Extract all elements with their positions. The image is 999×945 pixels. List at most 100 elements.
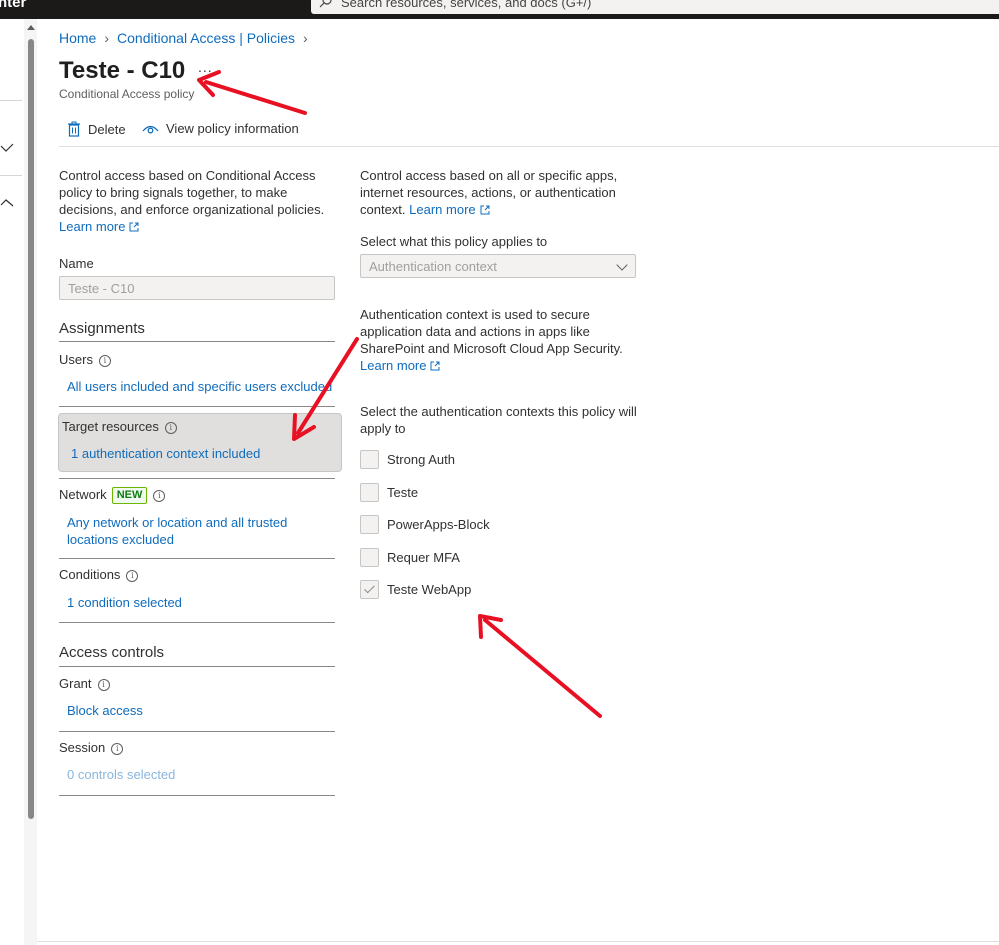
breadcrumb-policies-link[interactable]: Conditional Access | Policies <box>117 30 295 46</box>
delete-label: Delete <box>88 121 126 137</box>
auth-context-description-body: Authentication context is used to secure… <box>360 307 623 356</box>
context-checkbox[interactable] <box>360 548 379 567</box>
annotation-arrows <box>197 70 602 718</box>
left-learn-more-link[interactable]: Learn more <box>59 219 139 234</box>
breadcrumb: Home › Conditional Access | Policies › <box>59 30 308 46</box>
grant-label-row: Grant i <box>59 676 110 691</box>
global-search-input[interactable]: Search resources, services, and docs (G+… <box>311 0 999 14</box>
vertical-scrollbar[interactable] <box>24 19 37 945</box>
auth-context-description: Authentication context is used to secure… <box>360 306 635 374</box>
annotation-arrow <box>478 614 602 718</box>
auth-learn-more-label: Learn more <box>360 358 427 373</box>
context-label: Teste WebApp <box>387 582 472 597</box>
right-learn-more-label: Learn more <box>409 202 476 217</box>
users-assignment-link[interactable]: All users included and specific users ex… <box>67 379 332 394</box>
external-link-icon <box>129 222 139 232</box>
search-icon <box>319 0 332 8</box>
info-icon[interactable]: i <box>97 679 110 691</box>
section-divider <box>59 341 335 342</box>
applies-to-dropdown[interactable]: Authentication context <box>360 254 636 278</box>
eye-icon <box>142 125 159 133</box>
top-bar: nter Search resources, services, and doc… <box>0 0 999 19</box>
users-label: Users <box>59 352 93 367</box>
auth-learn-more-link[interactable]: Learn more <box>360 358 440 373</box>
left-learn-more-label: Learn more <box>59 219 126 234</box>
section-divider <box>59 731 335 732</box>
toolbar-divider <box>59 146 999 147</box>
left-nav <box>0 19 24 945</box>
grant-link[interactable]: Block access <box>67 703 143 718</box>
context-option-powerapps-block[interactable]: PowerApps-Block <box>360 515 490 534</box>
left-intro-text: Control access based on Conditional Acce… <box>59 167 329 235</box>
access-controls-heading: Access controls <box>59 644 165 661</box>
section-divider <box>59 666 335 667</box>
context-option-teste[interactable]: Teste <box>360 483 418 502</box>
info-icon[interactable]: i <box>111 743 124 755</box>
nav-separator <box>0 175 22 176</box>
network-label-row: Network NEW i <box>59 487 166 504</box>
context-checkbox[interactable] <box>360 450 379 469</box>
context-checkbox-checked[interactable] <box>360 580 379 599</box>
chevron-right-icon: › <box>302 30 308 46</box>
applies-to-label: Select what this policy applies to <box>360 234 548 249</box>
chevron-down-icon[interactable] <box>0 143 14 153</box>
context-label: Teste <box>387 485 419 500</box>
session-label: Session <box>59 740 106 755</box>
right-learn-more-link[interactable]: Learn more <box>409 202 490 217</box>
context-checkbox[interactable] <box>360 515 379 534</box>
page-subtitle: Conditional Access policy <box>59 87 195 101</box>
new-badge: NEW <box>111 487 148 504</box>
breadcrumb-home-link[interactable]: Home <box>59 30 96 46</box>
conditions-label-row: Conditions i <box>59 567 139 582</box>
context-option-teste-webapp[interactable]: Teste WebApp <box>360 580 471 599</box>
right-intro-text: Control access based on all or specific … <box>360 167 625 218</box>
section-divider <box>59 406 335 407</box>
target-resources-link[interactable]: 1 authentication context included <box>71 446 260 461</box>
bottom-divider <box>37 941 999 942</box>
delete-button[interactable]: Delete <box>67 121 126 137</box>
section-divider <box>59 558 335 559</box>
target-resources-label: Target resources <box>62 419 159 434</box>
scrollbar-thumb[interactable] <box>28 39 34 819</box>
chevron-right-icon: › <box>104 30 110 46</box>
users-label-row: Users i <box>59 352 111 367</box>
nav-separator <box>0 100 22 101</box>
applies-to-value: Authentication context <box>369 259 497 274</box>
context-option-requer-mfa[interactable]: Requer MFA <box>360 548 460 567</box>
trash-icon <box>68 121 80 137</box>
context-checkbox[interactable] <box>360 483 379 502</box>
context-option-strong-auth[interactable]: Strong Auth <box>360 450 455 469</box>
portal-brand: nter <box>0 0 27 11</box>
scroll-up-arrow-icon[interactable] <box>27 25 35 30</box>
info-icon[interactable]: i <box>98 355 111 367</box>
assignments-heading: Assignments <box>59 320 145 337</box>
section-divider <box>59 795 335 796</box>
page-title: Teste - C10 <box>59 57 186 84</box>
external-link-icon <box>430 361 440 371</box>
search-placeholder: Search resources, services, and docs (G+… <box>341 0 592 10</box>
chevron-down-icon <box>616 259 628 271</box>
network-label: Network <box>59 487 107 502</box>
context-label: Requer MFA <box>387 550 460 565</box>
info-icon[interactable]: i <box>126 570 139 582</box>
session-label-row: Session i <box>59 740 124 755</box>
section-divider <box>59 478 335 479</box>
conditions-link[interactable]: 1 condition selected <box>67 595 182 610</box>
session-link[interactable]: 0 controls selected <box>67 767 175 782</box>
view-policy-information-button[interactable]: View policy information <box>142 121 299 136</box>
target-resources-label-row: Target resources i <box>62 419 177 434</box>
annotation-arrow <box>197 70 307 115</box>
context-label: PowerApps-Block <box>387 517 490 532</box>
conditions-label: Conditions <box>59 567 121 582</box>
info-icon[interactable]: i <box>153 490 166 502</box>
left-intro-body: Control access based on Conditional Acce… <box>59 168 325 217</box>
chevron-up-icon[interactable] <box>0 197 14 207</box>
select-contexts-label: Select the authentication contexts this … <box>360 404 637 436</box>
policy-name-input[interactable]: Teste - C10 <box>59 276 335 300</box>
network-assignment-link[interactable]: Any network or location and all trusted … <box>67 514 307 548</box>
view-policy-information-label: View policy information <box>166 121 299 136</box>
info-icon[interactable]: i <box>164 422 177 434</box>
grant-label: Grant <box>59 676 92 691</box>
context-label: Strong Auth <box>387 452 455 467</box>
more-options-button[interactable]: ... <box>198 59 213 75</box>
